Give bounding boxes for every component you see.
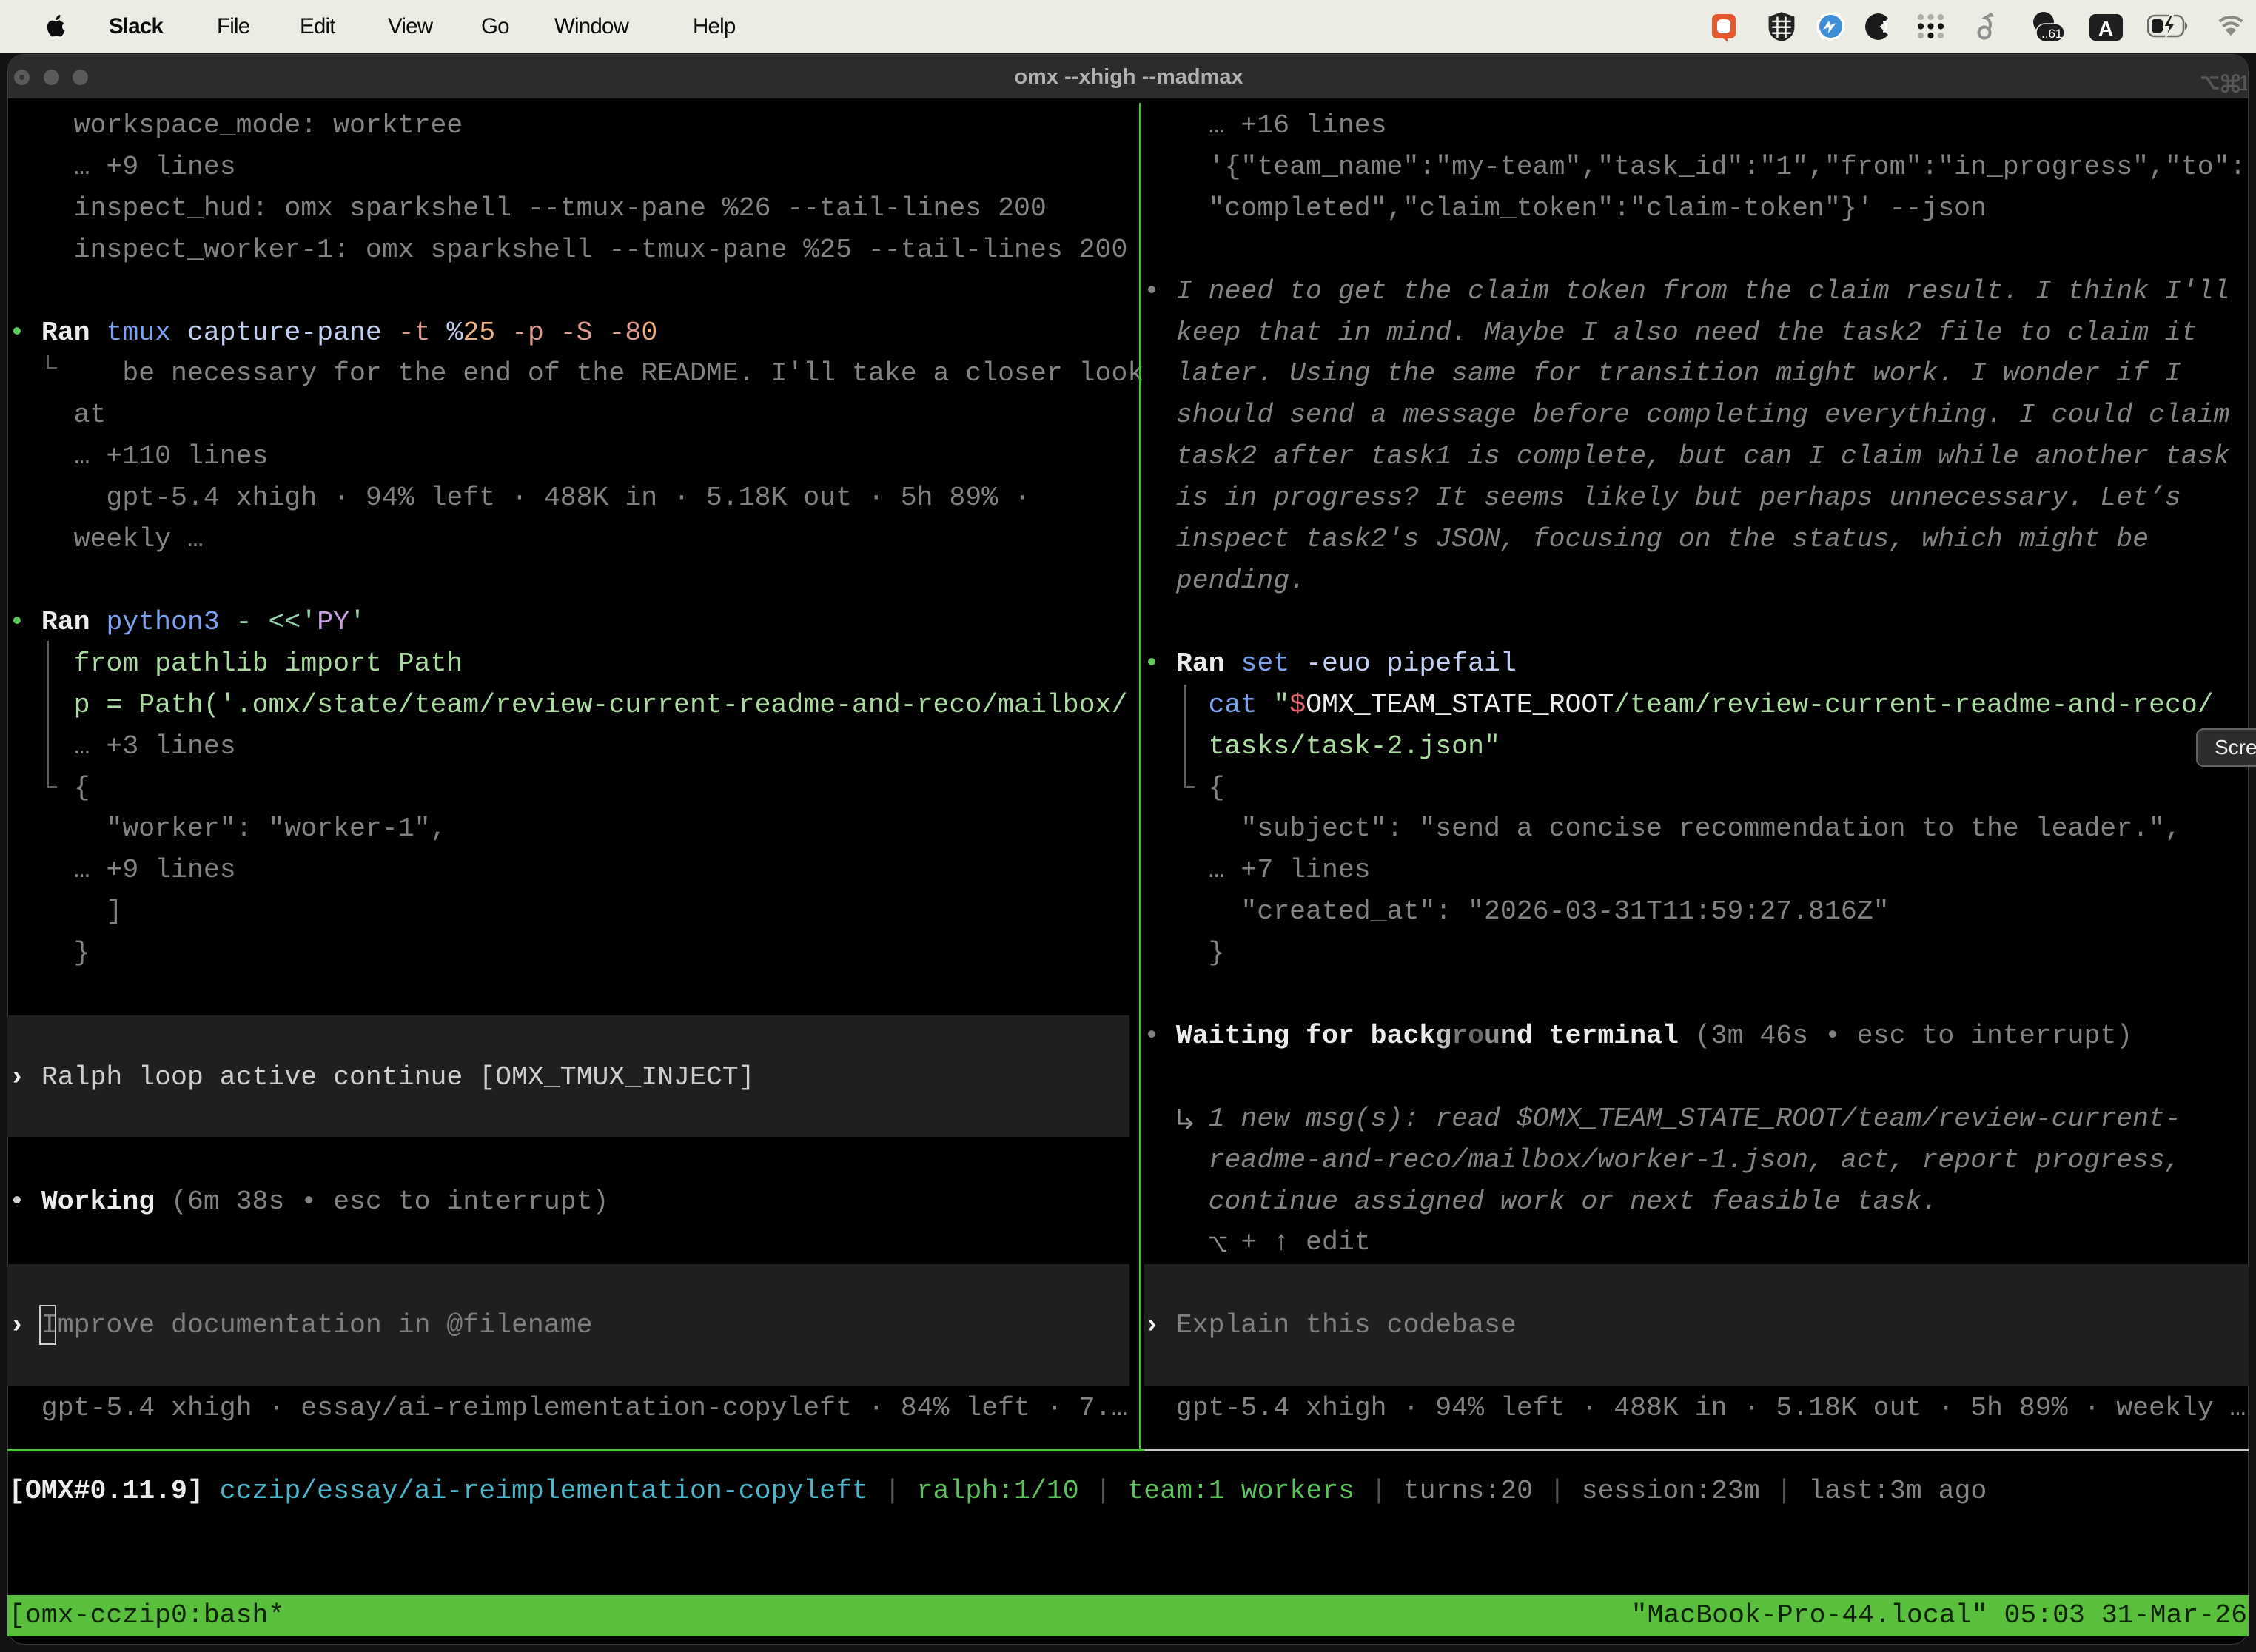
svg-text:A: A [2098, 17, 2113, 40]
svg-text:..61: ..61 [2041, 27, 2062, 41]
svg-text:1: 1 [2238, 72, 2247, 95]
